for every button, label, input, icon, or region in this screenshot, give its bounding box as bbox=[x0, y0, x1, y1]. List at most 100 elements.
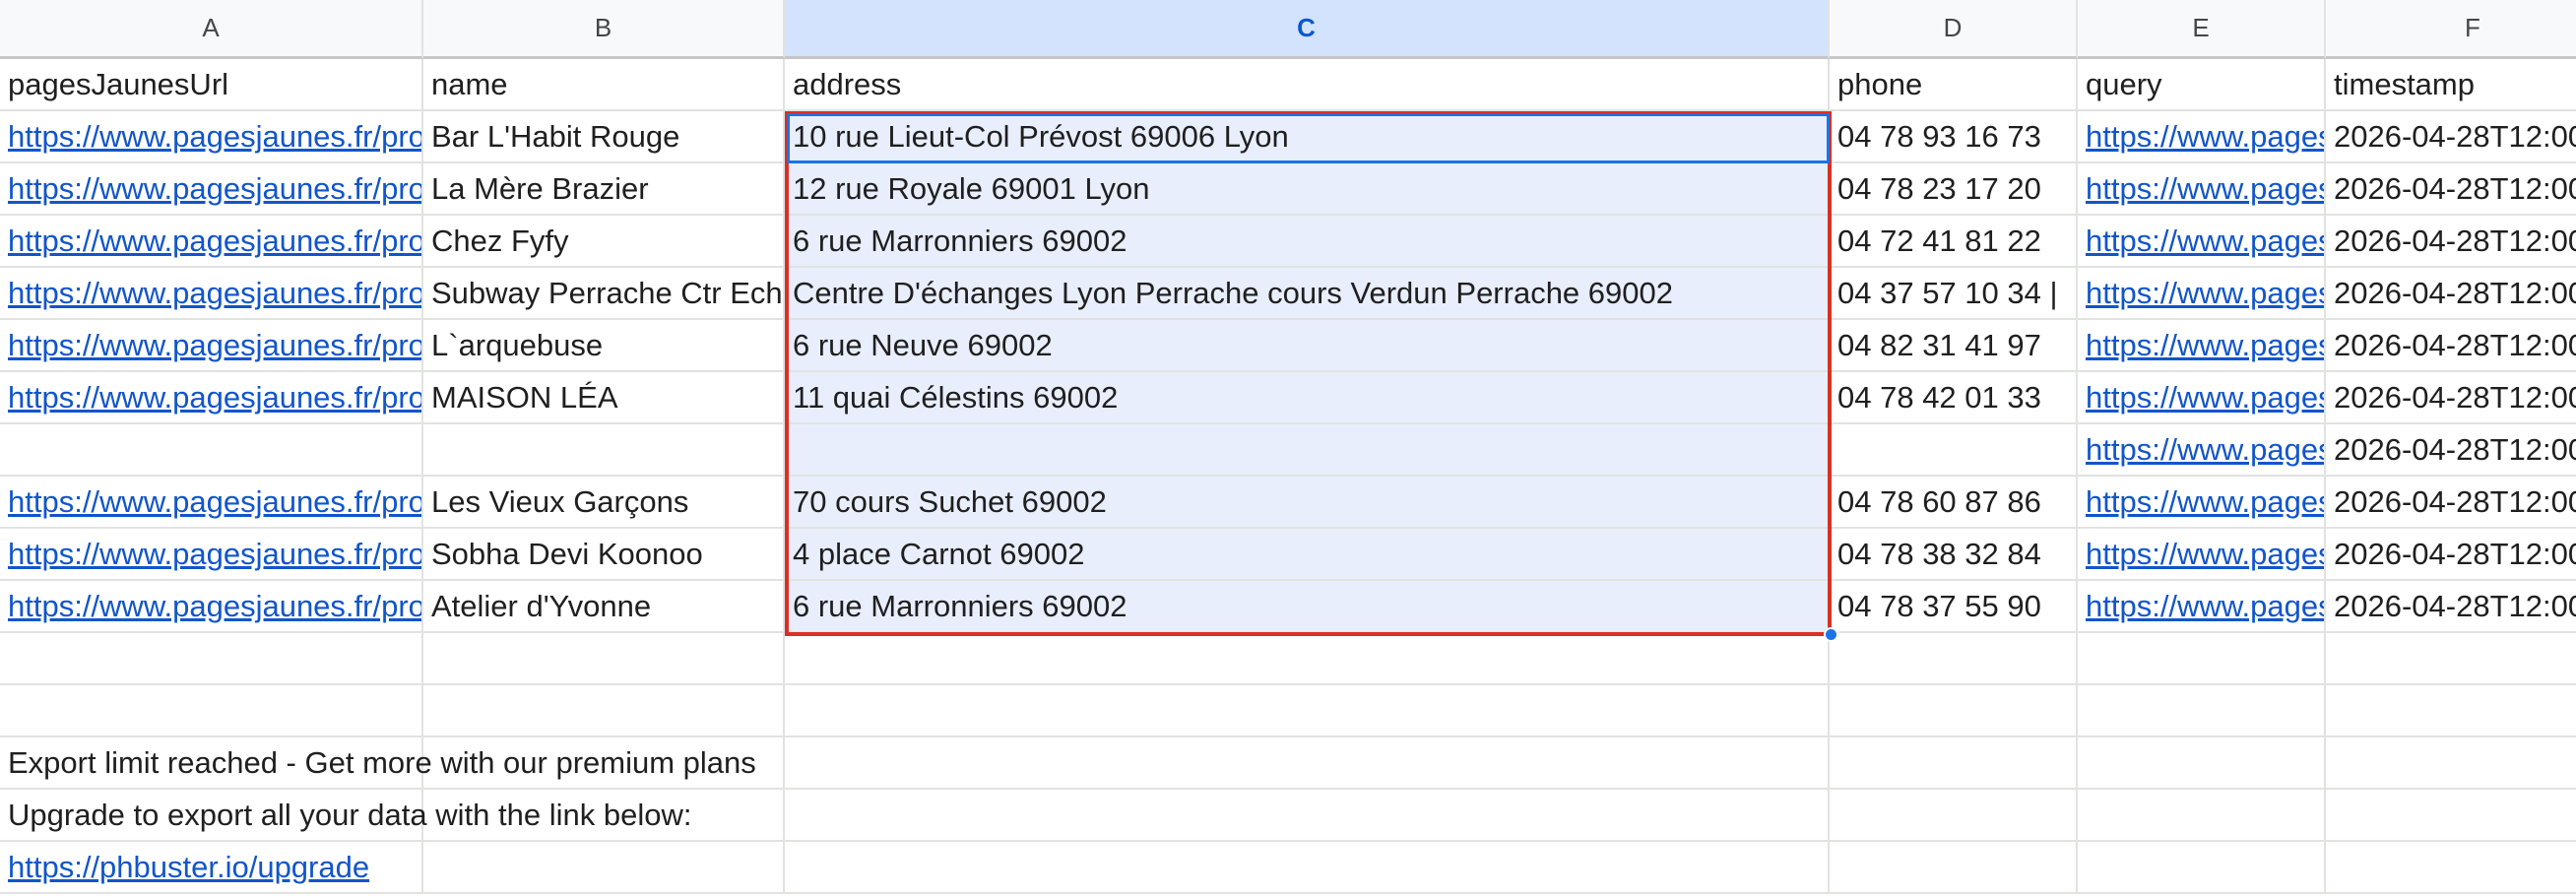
cell-url[interactable] bbox=[0, 424, 423, 477]
cell-phone[interactable]: 04 78 23 17 20 bbox=[1830, 163, 2078, 216]
empty-cell[interactable] bbox=[1830, 790, 2078, 842]
cell-phone[interactable] bbox=[1830, 424, 2078, 477]
cell-timestamp[interactable]: 2026-04-28T12:00 bbox=[2326, 529, 2576, 581]
cell-name[interactable] bbox=[423, 424, 785, 477]
cell-name[interactable]: La Mère Brazier bbox=[423, 163, 785, 216]
header-cell-address[interactable]: address bbox=[785, 59, 1830, 111]
empty-cell[interactable] bbox=[0, 633, 423, 685]
cell-timestamp[interactable]: 2026-04-28T12:00 bbox=[2326, 372, 2576, 424]
cell-phone[interactable]: 04 78 38 32 84 bbox=[1830, 529, 2078, 581]
empty-cell[interactable] bbox=[785, 633, 1830, 685]
header-cell-timestamp[interactable]: timestamp bbox=[2326, 59, 2576, 111]
cell-address[interactable]: 11 quai Célestins 69002 bbox=[785, 372, 1830, 424]
cell-address[interactable]: 4 place Carnot 69002 bbox=[785, 529, 1830, 581]
cell-url[interactable]: https://www.pagesjaunes.fr/pro bbox=[0, 163, 423, 216]
column-header-b[interactable]: B bbox=[423, 0, 785, 59]
cell-url[interactable]: https://www.pagesjaunes.fr/pro bbox=[0, 477, 423, 529]
cell-address[interactable]: 10 rue Lieut-Col Prévost 69006 Lyon bbox=[785, 111, 1830, 163]
cell-address[interactable]: 70 cours Suchet 69002 bbox=[785, 477, 1830, 529]
cell-name[interactable]: Les Vieux Garçons bbox=[423, 477, 785, 529]
cell-phone[interactable]: 04 72 41 81 22 bbox=[1830, 216, 2078, 268]
cell-phone[interactable]: 04 78 42 01 33 bbox=[1830, 372, 2078, 424]
note-limit[interactable]: Export limit reached - Get more with our… bbox=[0, 737, 756, 790]
empty-cell[interactable] bbox=[2326, 737, 2576, 790]
cell-name[interactable]: Atelier d'Yvonne bbox=[423, 581, 785, 633]
cell-name[interactable]: L`arquebuse bbox=[423, 320, 785, 372]
cell-query[interactable]: https://www.pagesjaunes.fr bbox=[2078, 477, 2326, 529]
cell-query[interactable]: https://www.pagesjaunes.fr bbox=[2078, 320, 2326, 372]
empty-cell[interactable] bbox=[2326, 842, 2576, 894]
empty-cell[interactable] bbox=[0, 685, 423, 737]
cell-timestamp[interactable]: 2026-04-28T12:00 bbox=[2326, 477, 2576, 529]
empty-cell[interactable] bbox=[785, 790, 1830, 842]
empty-cell[interactable] bbox=[785, 842, 1830, 894]
column-header-f[interactable]: F bbox=[2326, 0, 2576, 59]
cell-url[interactable]: https://www.pagesjaunes.fr/pro bbox=[0, 268, 423, 320]
cell-name[interactable]: Chez Fyfy bbox=[423, 216, 785, 268]
fill-handle[interactable] bbox=[1824, 627, 1838, 642]
cell-phone[interactable]: 04 78 37 55 90 bbox=[1830, 581, 2078, 633]
cell-phone[interactable]: 04 78 93 16 73 bbox=[1830, 111, 2078, 163]
column-header-c[interactable]: C bbox=[785, 0, 1830, 59]
header-cell-phone[interactable]: phone bbox=[1830, 59, 2078, 111]
cell-timestamp[interactable]: 2026-04-28T12:00 bbox=[2326, 163, 2576, 216]
cell-url[interactable]: https://www.pagesjaunes.fr/pro bbox=[0, 111, 423, 163]
empty-cell[interactable] bbox=[2078, 633, 2326, 685]
empty-cell[interactable] bbox=[1830, 737, 2078, 790]
empty-cell[interactable] bbox=[423, 685, 785, 737]
empty-cell[interactable] bbox=[785, 685, 1830, 737]
cell-phone[interactable]: 04 37 57 10 34 | bbox=[1830, 268, 2078, 320]
empty-cell[interactable] bbox=[2078, 737, 2326, 790]
cell-query[interactable]: https://www.pagesjaunes.fr bbox=[2078, 424, 2326, 477]
cell-address[interactable]: 6 rue Marronniers 69002 bbox=[785, 216, 1830, 268]
cell-address[interactable]: 6 rue Neuve 69002 bbox=[785, 320, 1830, 372]
cell-timestamp[interactable]: 2026-04-28T12:00 bbox=[2326, 320, 2576, 372]
cell-address[interactable] bbox=[785, 424, 1830, 477]
empty-cell[interactable] bbox=[1830, 842, 2078, 894]
cell-phone[interactable]: 04 78 60 87 86 bbox=[1830, 477, 2078, 529]
cell-address[interactable]: Centre D'échanges Lyon Perrache cours Ve… bbox=[785, 268, 1830, 320]
column-header-e[interactable]: E bbox=[2078, 0, 2326, 59]
cell-query[interactable]: https://www.pagesjaunes.fr bbox=[2078, 372, 2326, 424]
cell-query[interactable]: https://www.pagesjaunes.fr bbox=[2078, 268, 2326, 320]
cell-query[interactable]: https://www.pagesjaunes.fr bbox=[2078, 581, 2326, 633]
cell-query[interactable]: https://www.pagesjaunes.fr bbox=[2078, 163, 2326, 216]
column-header-d[interactable]: D bbox=[1830, 0, 2078, 59]
note-upgrade[interactable]: Upgrade to export all your data with the… bbox=[0, 790, 691, 842]
empty-cell[interactable] bbox=[2078, 790, 2326, 842]
cell-timestamp[interactable]: 2026-04-28T12:00 bbox=[2326, 424, 2576, 477]
cell-url[interactable]: https://www.pagesjaunes.fr/pro bbox=[0, 320, 423, 372]
cell-query[interactable]: https://www.pagesjaunes.fr bbox=[2078, 216, 2326, 268]
cell-url[interactable]: https://www.pagesjaunes.fr/pro bbox=[0, 372, 423, 424]
cell-name[interactable]: Sobha Devi Koonoo bbox=[423, 529, 785, 581]
header-cell-url[interactable]: pagesJaunesUrl bbox=[0, 59, 423, 111]
cell-address[interactable]: 12 rue Royale 69001 Lyon bbox=[785, 163, 1830, 216]
cell-timestamp[interactable]: 2026-04-28T12:00 bbox=[2326, 216, 2576, 268]
cell-name[interactable]: MAISON LÉA bbox=[423, 372, 785, 424]
cell-timestamp[interactable]: 2026-04-28T12:00 bbox=[2326, 111, 2576, 163]
cell-url[interactable]: https://www.pagesjaunes.fr/pro bbox=[0, 529, 423, 581]
header-cell-query[interactable]: query bbox=[2078, 59, 2326, 111]
empty-cell[interactable] bbox=[1830, 685, 2078, 737]
cell-timestamp[interactable]: 2026-04-28T12:00 bbox=[2326, 268, 2576, 320]
empty-cell[interactable] bbox=[1830, 633, 2078, 685]
cell-query[interactable]: https://www.pagesjaunes.fr bbox=[2078, 111, 2326, 163]
cell-phone[interactable]: 04 82 31 41 97 bbox=[1830, 320, 2078, 372]
column-header-a[interactable]: A bbox=[0, 0, 423, 59]
empty-cell[interactable] bbox=[2078, 685, 2326, 737]
cell-timestamp[interactable]: 2026-04-28T12:00 bbox=[2326, 581, 2576, 633]
empty-cell[interactable] bbox=[423, 633, 785, 685]
cell-address[interactable]: 6 rue Marronniers 69002 bbox=[785, 581, 1830, 633]
cell-query[interactable]: https://www.pagesjaunes.fr bbox=[2078, 529, 2326, 581]
empty-cell[interactable] bbox=[2326, 685, 2576, 737]
empty-cell[interactable] bbox=[785, 737, 1830, 790]
cell-url[interactable]: https://www.pagesjaunes.fr/pro bbox=[0, 216, 423, 268]
cell-name[interactable]: Bar L'Habit Rouge bbox=[423, 111, 785, 163]
note-link[interactable]: https://phbuster.io/upgrade bbox=[0, 842, 423, 894]
cell-url[interactable]: https://www.pagesjaunes.fr/pro bbox=[0, 581, 423, 633]
empty-cell[interactable] bbox=[2326, 633, 2576, 685]
cell-name[interactable]: Subway Perrache Ctr Echanges bbox=[423, 268, 785, 320]
empty-cell[interactable] bbox=[423, 842, 785, 894]
empty-cell[interactable] bbox=[2326, 790, 2576, 842]
header-cell-name[interactable]: name bbox=[423, 59, 785, 111]
